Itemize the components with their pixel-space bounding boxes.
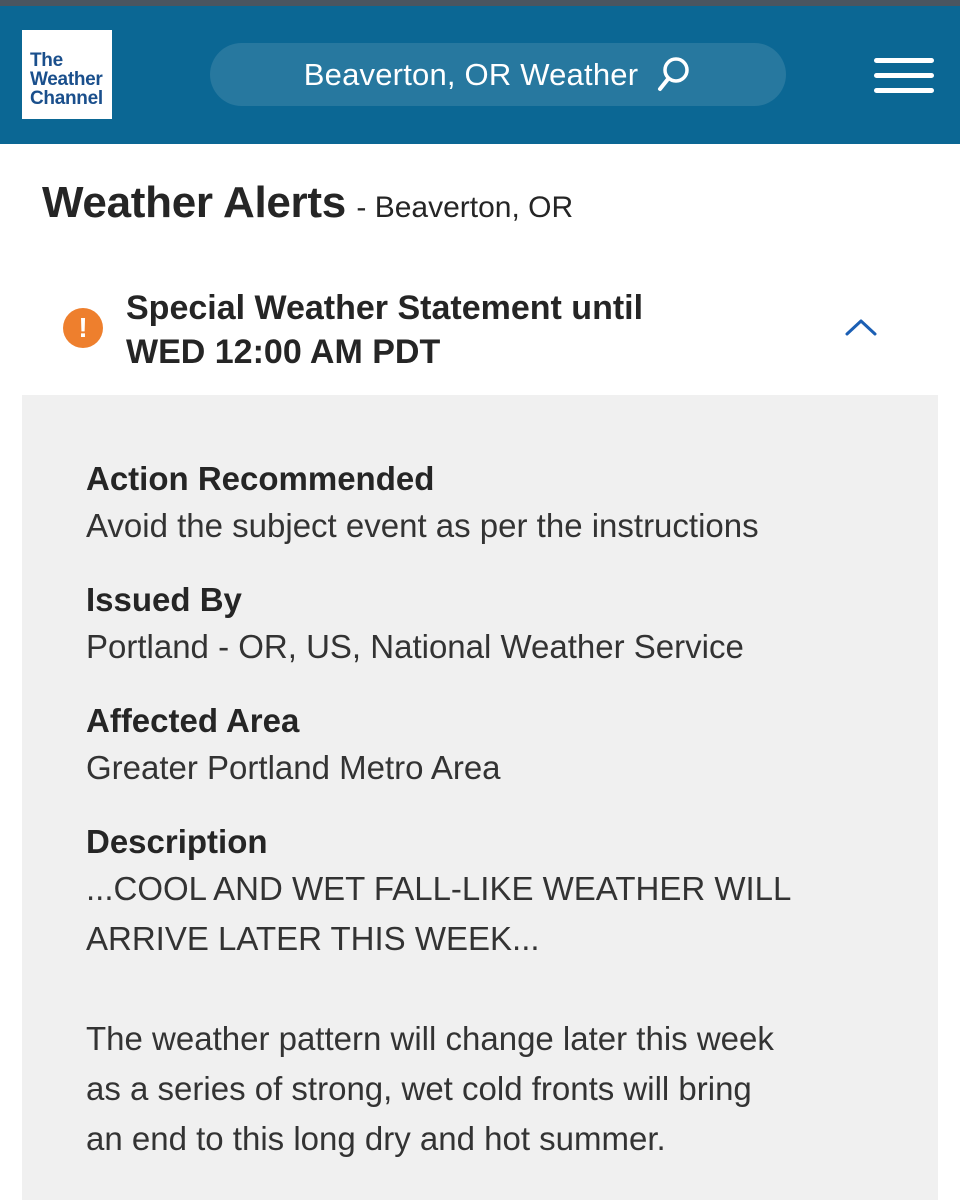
- alert-details-panel: Action Recommended Avoid the subject eve…: [22, 395, 938, 1200]
- issued-by-field: Issued By Portland - OR, US, National We…: [86, 578, 886, 672]
- description-line: an end to this long dry and hot summer.: [86, 1120, 666, 1157]
- description-line: as a series of strong, wet cold fronts w…: [86, 1070, 752, 1107]
- search-icon: [658, 56, 689, 91]
- hamburger-menu-icon[interactable]: [874, 58, 934, 94]
- alert-title-line-2: WED 12:00 AM PDT: [126, 333, 441, 371]
- alert-header[interactable]: ! Special Weather Statement until WED 12…: [22, 280, 938, 394]
- page-subtitle: - Beaverton, OR: [356, 191, 574, 224]
- menu-bar-middle: [874, 73, 934, 78]
- description-line: [86, 964, 886, 1014]
- logo-line-2: Weather: [30, 69, 103, 90]
- action-recommended-label: Action Recommended: [86, 460, 435, 497]
- description-line: ...COOL AND WET FALL-LIKE WEATHER WILL: [86, 870, 792, 907]
- affected-area-field: Affected Area Greater Portland Metro Are…: [86, 699, 886, 793]
- search-text: Beaverton, OR Weather: [303, 56, 639, 92]
- description-line: ARRIVE LATER THIS WEEK...: [86, 920, 540, 957]
- description-line: The weather pattern will change later th…: [86, 1020, 774, 1057]
- logo-line-3: Channel: [30, 88, 103, 109]
- weather-channel-logo[interactable]: The Weather Channel: [22, 30, 112, 119]
- action-recommended-value: Avoid the subject event as per the instr…: [86, 507, 759, 544]
- alert-title: Special Weather Statement until WED 12:0…: [126, 286, 746, 374]
- location-search-bar[interactable]: Beaverton, OR Weather: [210, 43, 786, 106]
- issued-by-value: Portland - OR, US, National Weather Serv…: [86, 628, 744, 665]
- warning-icon: !: [63, 308, 103, 348]
- site-header: The Weather Channel Beaverton, OR Weathe…: [0, 6, 960, 144]
- description-label: Description: [86, 823, 268, 860]
- logo-line-1: The: [30, 50, 63, 71]
- menu-bar-top: [874, 58, 934, 63]
- description-field: Description ...COOL AND WET FALL-LIKE WE…: [86, 820, 886, 1164]
- page-title: Weather Alerts: [42, 178, 346, 227]
- chevron-up-icon[interactable]: [844, 316, 878, 338]
- action-recommended-field: Action Recommended Avoid the subject eve…: [86, 457, 886, 551]
- affected-area-value: Greater Portland Metro Area: [86, 749, 501, 786]
- page-title-row: Weather Alerts - Beaverton, OR: [42, 178, 922, 228]
- issued-by-label: Issued By: [86, 581, 242, 618]
- alert-title-line-1: Special Weather Statement until: [126, 289, 644, 327]
- menu-bar-bottom: [874, 88, 934, 93]
- affected-area-label: Affected Area: [86, 702, 300, 739]
